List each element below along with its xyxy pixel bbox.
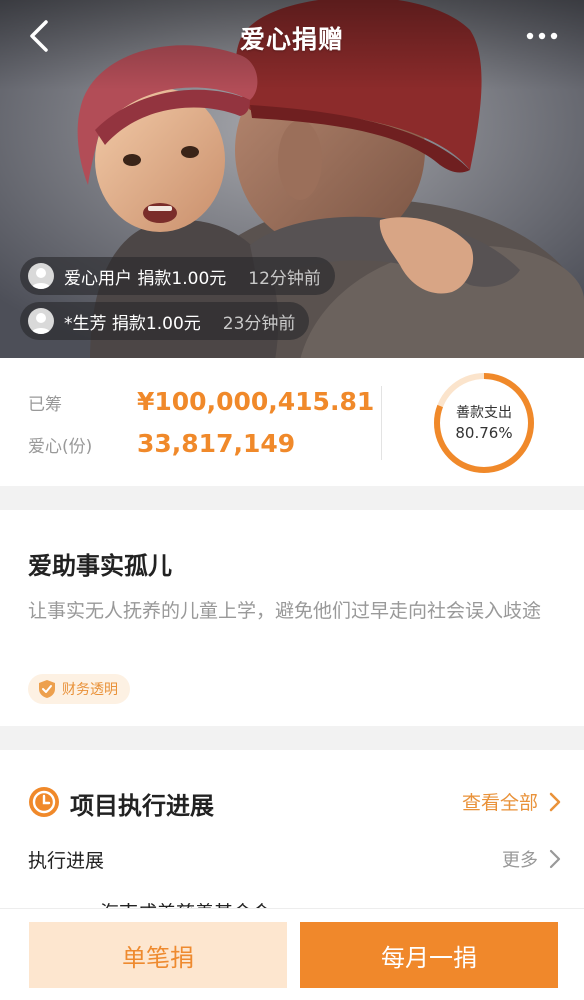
raised-label: 已筹	[28, 395, 62, 415]
financial-transparency-badge[interactable]: 财务透明	[28, 674, 130, 704]
spend-percentage: 80.76%	[455, 424, 513, 442]
project-card: 爱助事实孤儿 让事实无人抚养的儿童上学，避免他们过早走向社会误入歧途 财务透明	[0, 510, 584, 726]
love-count: 33,817,149	[137, 429, 296, 458]
user-avatar-icon	[28, 263, 54, 289]
spend-label: 善款支出	[456, 405, 512, 421]
donation-amount: 捐款1.00元	[111, 313, 201, 334]
more-link[interactable]: 更多	[502, 846, 562, 872]
page-title: 爱心捐赠	[239, 25, 344, 54]
view-all-link[interactable]: 查看全部	[462, 788, 562, 815]
divider	[381, 386, 382, 460]
project-title: 爱助事实孤儿	[28, 552, 172, 580]
hero-image: 爱心捐赠 爱心用户 捐款1.00元 12分钟前 *生芳 捐款1.00元 23分钟…	[0, 0, 584, 358]
user-avatar-icon	[28, 308, 54, 334]
single-donation-button[interactable]: 单笔捐	[29, 922, 287, 988]
monthly-donation-button[interactable]: 每月一捐	[300, 922, 558, 988]
shield-check-icon	[39, 680, 55, 698]
project-description: 让事实无人抚养的儿童上学，避免他们过早走向社会误入歧途	[28, 600, 542, 622]
top-nav-bar: 爱心捐赠	[0, 0, 584, 78]
donor-name: *生芳	[64, 313, 107, 334]
raised-amount: ¥100,000,415.81	[137, 387, 375, 416]
view-all-label: 查看全部	[461, 792, 538, 814]
recent-donation-item: 爱心用户 捐款1.00元 12分钟前	[20, 257, 335, 295]
execution-progress-label: 执行进展	[28, 850, 105, 872]
more-options-button[interactable]	[524, 24, 560, 48]
section-title: 项目执行进展	[70, 792, 214, 820]
donation-time: 23分钟前	[222, 313, 296, 334]
donation-amount: 捐款1.00元	[137, 268, 227, 289]
more-label: 更多	[502, 850, 538, 871]
chevron-right-icon	[549, 792, 561, 811]
fundraising-stats: 已筹 ¥100,000,415.81 爱心(份) 33,817,149 善款支出…	[0, 358, 584, 486]
donate-action-bar: 单笔捐 每月一捐	[0, 908, 584, 1000]
badge-label: 财务透明	[62, 682, 118, 698]
chevron-right-icon	[549, 849, 561, 869]
donation-time: 12分钟前	[248, 268, 321, 289]
recent-donation-item: *生芳 捐款1.00元 23分钟前	[20, 302, 310, 340]
ellipsis-icon	[526, 32, 558, 40]
donation-page: 爱心捐赠 爱心用户 捐款1.00元 12分钟前 *生芳 捐款1.00元 23分钟…	[0, 0, 584, 1000]
spend-progress-ring	[434, 373, 534, 473]
love-count-label: 爱心(份)	[28, 437, 93, 457]
clock-icon	[29, 787, 59, 817]
donor-name: 爱心用户	[64, 268, 132, 289]
